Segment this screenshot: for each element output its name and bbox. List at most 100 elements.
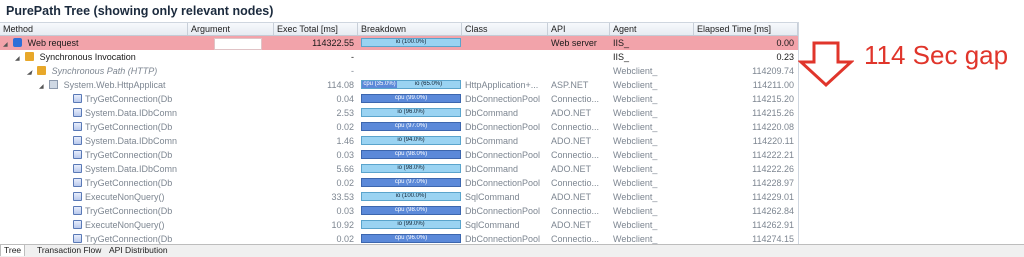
database-icon [73,150,82,159]
purepath-tree-panel: Method Argument Exec Total [ms] Breakdow… [0,22,799,245]
row-method-cell: System.Data.IDbComn [70,134,188,148]
method-label: TryGetConnection(Db [85,206,173,216]
row-exec-cell: 0.04 [336,94,354,104]
row-exec-cell: 1.46 [336,136,354,146]
row-api-cell: ADO.NET [551,220,592,230]
row-elapsed-cell: 114215.20 [752,94,794,104]
tab-api-distribution[interactable]: API Distribution [106,245,171,256]
column-agent[interactable]: Agent [610,23,694,35]
breakdown-bar-io: io (100.0%) [361,38,461,47]
row-agent-cell: Webclient_ [613,136,658,146]
row-elapsed-cell: 0.00 [776,38,794,48]
column-argument[interactable]: Argument [188,23,274,35]
row-api-cell: Connectio... [551,94,600,104]
row-method-cell: ExecuteNonQuery() [70,190,188,204]
row-breakdown-cell: io (99.0%) [358,218,462,232]
row-method-cell: TryGetConnection(Db [70,204,188,218]
bottom-tab-bar: Tree Transaction Flow API Distribution [0,244,1024,257]
row-elapsed-cell: 114222.21 [752,150,794,160]
row-class-cell: DbConnectionPool [465,178,541,188]
down-arrow-icon [798,41,854,88]
expand-triangle-icon[interactable]: ◢ [39,80,44,92]
table-row[interactable]: ◢ Web request 114322.55 io (100.0%) Web … [0,36,798,50]
expand-triangle-icon[interactable]: ◢ [3,38,8,50]
row-exec-cell: 33.53 [331,192,354,202]
row-method-cell: ◢ System.Web.HttpApplicat [36,78,188,92]
table-row[interactable]: System.Data.IDbComn 2.53 io (96.0%) DbCo… [0,106,798,120]
tab-transaction-flow[interactable]: Transaction Flow [34,245,104,256]
row-agent-cell: Webclient_ [613,80,658,90]
row-exec-cell: 0.02 [336,122,354,132]
row-breakdown-cell: cpu (97.0%) [358,120,462,134]
row-api-cell: ADO.NET [551,136,592,146]
row-api-cell: ADO.NET [551,164,592,174]
row-agent-cell: Webclient_ [613,178,658,188]
table-row[interactable]: TryGetConnection(Db 0.04 cpu (99.0%) DbC… [0,92,798,106]
method-label: ExecuteNonQuery() [85,192,165,202]
database-icon [73,122,82,131]
breakdown-cpu-segment: cpu (35.0%) [362,81,397,88]
column-class[interactable]: Class [462,23,548,35]
database-icon [73,192,82,201]
column-method[interactable]: Method [0,23,188,35]
database-icon [73,136,82,145]
table-row[interactable]: ◢ Synchronous Invocation - IIS_ 0.23 [0,50,798,64]
table-row[interactable]: System.Data.IDbComn 5.66 io (98.0%) DbCo… [0,162,798,176]
table-row[interactable]: ◢ System.Web.HttpApplicat 114.08 cpu (35… [0,78,798,92]
row-exec-cell: 0.03 [336,150,354,160]
row-api-cell: ADO.NET [551,108,592,118]
row-method-cell: TryGetConnection(Db [70,92,188,106]
expand-triangle-icon[interactable]: ◢ [15,52,20,64]
row-class-cell: DbConnectionPool [465,94,541,104]
row-exec-cell: 0.03 [336,206,354,216]
row-class-cell: HttpApplication+... [465,80,539,90]
row-exec-cell: 5.66 [336,164,354,174]
breakdown-bar-cpu: cpu (98.0%) [361,150,461,159]
database-icon [73,234,82,243]
row-breakdown-cell: io (100.0%) [358,190,462,204]
column-exec-total[interactable]: Exec Total [ms] [274,23,358,35]
database-icon [73,164,82,173]
row-breakdown-cell: io (98.0%) [358,162,462,176]
row-elapsed-cell: 114262.91 [752,220,794,230]
row-elapsed-cell: 114222.26 [752,164,794,174]
table-row[interactable]: TryGetConnection(Db 0.03 cpu (98.0%) DbC… [0,148,798,162]
column-breakdown[interactable]: Breakdown [358,23,462,35]
row-method-cell: TryGetConnection(Db [70,120,188,134]
database-icon [73,206,82,215]
argument-redacted-box [214,38,262,50]
row-agent-cell: Webclient_ [613,122,658,132]
row-exec-cell: - [351,66,354,76]
row-agent-cell: Webclient_ [613,66,658,76]
table-row[interactable]: ExecuteNonQuery() 33.53 io (100.0%) SqlC… [0,190,798,204]
method-label: TryGetConnection(Db [85,94,173,104]
column-elapsed[interactable]: Elapsed Time [ms] [694,23,798,35]
method-label: System.Data.IDbComn [85,136,178,146]
row-class-cell [462,36,548,50]
tab-tree[interactable]: Tree [0,245,26,256]
expand-triangle-icon[interactable]: ◢ [27,66,32,78]
row-method-cell: ExecuteNonQuery() [70,218,188,232]
row-exec-cell: 114.08 [327,80,354,90]
table-row[interactable]: TryGetConnection(Db 0.02 cpu (97.0%) DbC… [0,176,798,190]
row-method-cell: TryGetConnection(Db [70,176,188,190]
database-icon [73,108,82,117]
row-method-cell: System.Data.IDbComn [70,162,188,176]
row-class-cell: DbCommand [465,136,519,146]
method-label: Synchronous Path (HTTP) [51,66,158,76]
row-class-cell: DbConnectionPool [465,122,541,132]
breakdown-bar-io: io (96.0%) [361,108,461,117]
table-row[interactable]: TryGetConnection(Db 0.03 cpu (98.0%) DbC… [0,204,798,218]
table-row[interactable]: TryGetConnection(Db 0.02 cpu (97.0%) DbC… [0,120,798,134]
row-api-cell: ADO.NET [551,192,592,202]
row-method-cell: TryGetConnection(Db [70,148,188,162]
column-api[interactable]: API [548,23,610,35]
row-breakdown-cell: io (94.0%) [358,134,462,148]
row-elapsed-cell: 0.23 [776,52,794,62]
method-label: System.Data.IDbComn [85,108,178,118]
table-row[interactable]: ExecuteNonQuery() 10.92 io (99.0%) SqlCo… [0,218,798,232]
row-agent-cell: IIS_ [613,52,630,62]
database-icon [73,178,82,187]
table-row[interactable]: System.Data.IDbComn 1.46 io (94.0%) DbCo… [0,134,798,148]
table-row[interactable]: ◢ Synchronous Path (HTTP) - Webclient_ 1… [0,64,798,78]
